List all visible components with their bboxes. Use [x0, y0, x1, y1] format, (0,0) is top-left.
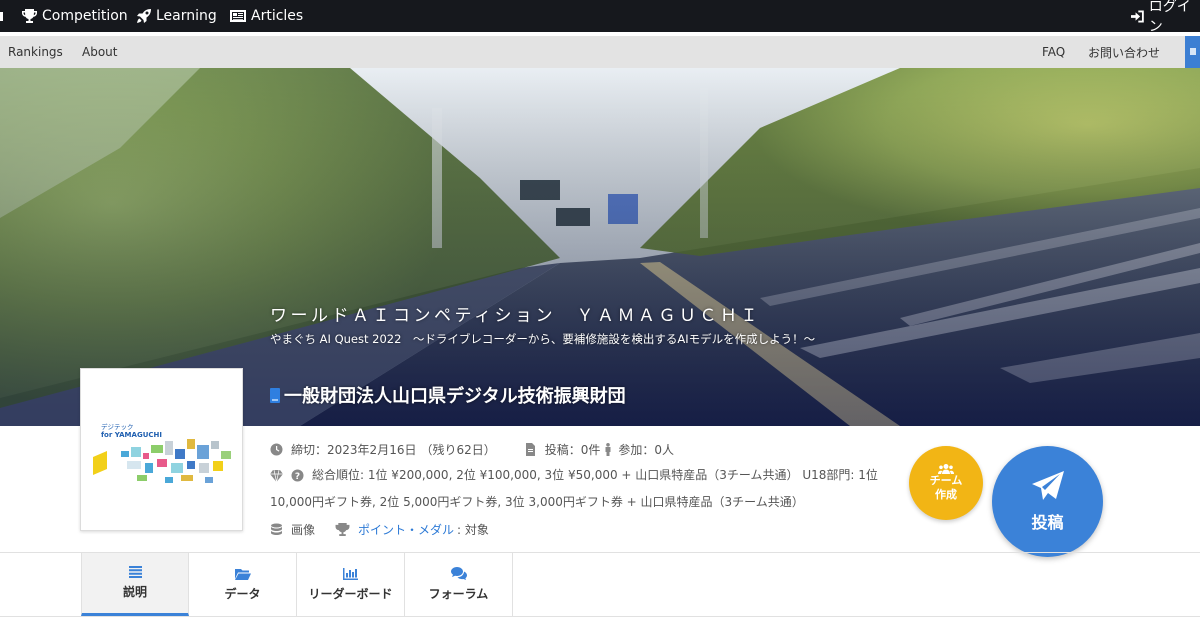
info-row-meta: 画像 ポイント・メダル : 対象 — [270, 516, 880, 542]
sign-in-icon — [1131, 10, 1144, 22]
organizer-label: 一般財団法人山口県デジタル技術振興財団 — [284, 386, 626, 407]
data-type: 画像 — [291, 522, 316, 537]
tab-description-label: 説明 — [122, 585, 147, 599]
create-team-label-2: 作成 — [935, 488, 957, 501]
tab-forum-label: フォーラム — [428, 587, 489, 601]
comments-icon — [450, 567, 467, 580]
edge-icon — [1190, 48, 1196, 55]
submit-label: 投稿 — [1031, 512, 1064, 532]
tab-forum[interactable]: フォーラム — [405, 553, 513, 616]
points-medal-link[interactable]: ポイント・メダル — [358, 521, 454, 538]
info-row-prize: ? 総合順位: 1位 ¥200,000, 2位 ¥100,000, 3位 ¥50… — [270, 462, 880, 516]
tab-leaderboard[interactable]: リーダーボード — [297, 553, 405, 616]
rocket-icon — [137, 9, 151, 23]
logo-text-1: デジテック — [101, 422, 134, 431]
hero-subtitle: やまぐち AI Quest 2022 ～ドライブレコーダーから、要補修施設を検出… — [270, 332, 816, 346]
person-icon — [605, 442, 611, 456]
nav-competition[interactable]: Competition — [22, 0, 128, 32]
diamond-icon — [270, 469, 283, 482]
logo-text-2: for YAMAGUCHI — [101, 431, 162, 439]
create-team-button[interactable]: チーム 作成 — [909, 446, 983, 520]
svg-text:?: ? — [295, 472, 300, 482]
nav-articles-label: Articles — [251, 8, 304, 24]
submit-button[interactable]: 投稿 — [992, 446, 1103, 557]
competition-tabs: 説明 データ リーダーボード フォーラム — [81, 553, 513, 616]
file-icon — [525, 442, 535, 456]
question-icon[interactable]: ? — [291, 469, 304, 482]
submissions-label: 投稿： — [544, 442, 581, 457]
tab-leaderboard-label: リーダーボード — [308, 586, 393, 601]
bar-chart-icon — [343, 567, 358, 580]
building-icon — [270, 387, 280, 403]
tab-description[interactable]: 説明 — [81, 553, 189, 616]
trophy-icon — [335, 522, 350, 536]
prize-line-1: 総合順位: 1位 ¥200,000, 2位 ¥100,000, 3位 ¥50,0… — [312, 468, 878, 482]
submissions-count: 0件 — [580, 442, 601, 457]
nav-learning[interactable]: Learning — [137, 0, 217, 32]
subnav-edge-button[interactable] — [1185, 36, 1200, 68]
list-icon — [128, 566, 142, 578]
prize-line-2: 10,000円ギフト券, 2位 5,000円ギフト券, 3位 3,000円ギフト… — [270, 495, 804, 509]
nav-learning-label: Learning — [156, 8, 217, 24]
subnav-contact[interactable]: お問い合わせ — [1088, 36, 1160, 68]
folder-icon — [234, 568, 251, 580]
participants-count: 0人 — [654, 442, 675, 457]
organizer-name[interactable]: 一般財団法人山口県デジタル技術振興財団 — [270, 382, 626, 408]
clock-icon — [270, 443, 283, 455]
create-team-label-1: チーム — [929, 474, 963, 487]
paper-plane-icon — [1031, 470, 1064, 500]
newspaper-icon — [230, 10, 246, 22]
nav-competition-label: Competition — [42, 8, 128, 24]
deadline-remaining: （残り62日） — [420, 442, 496, 457]
tab-data-label: データ — [224, 586, 261, 601]
nav-login-label: ログイン — [1148, 0, 1191, 35]
content-divider — [0, 616, 1200, 617]
subnav-rankings[interactable]: Rankings — [8, 36, 63, 68]
tab-data[interactable]: データ — [189, 553, 297, 616]
logo-graphic: デジテック for YAMAGUCHI — [81, 369, 242, 530]
database-icon — [271, 523, 282, 535]
hero-title: ワールドＡＩコンペティション ＹＡＭＡＧＵＣＨＩ — [270, 306, 761, 326]
info-row-status: 締切： 2023年2月16日 （残り62日） 投稿： 0件 参加： 0人 — [270, 436, 880, 462]
nav-articles[interactable]: Articles — [230, 0, 303, 32]
users-icon — [938, 464, 954, 474]
nav-login[interactable]: ログイン — [1131, 0, 1200, 35]
trophy-icon — [22, 9, 37, 23]
sub-navbar: Rankings About FAQ お問い合わせ — [0, 36, 1200, 68]
points-suffix: : 対象 — [457, 522, 489, 537]
deadline-date: 2023年2月16日 — [327, 442, 417, 457]
competition-info: 締切： 2023年2月16日 （残り62日） 投稿： 0件 参加： 0人 ? 総… — [270, 436, 880, 542]
top-navbar: Competition Learning Articles ログイン — [0, 0, 1200, 35]
subnav-faq[interactable]: FAQ — [1042, 36, 1065, 68]
deadline-label: 締切： — [291, 442, 328, 457]
subnav-about[interactable]: About — [82, 36, 117, 68]
competition-logo: デジテック for YAMAGUCHI — [80, 368, 243, 531]
participants-label: 参加： — [618, 442, 655, 457]
nav-edge-fragment — [0, 0, 3, 32]
